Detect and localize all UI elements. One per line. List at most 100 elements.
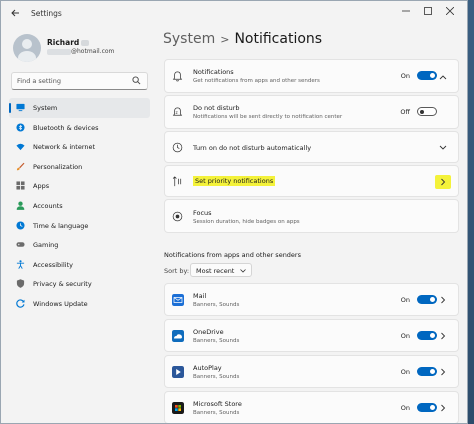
settings-window: Settings Richard @hotmail.com Find a set… — [0, 0, 468, 424]
mail-icon — [172, 294, 184, 306]
sidebar-item-label: Privacy & security — [33, 280, 92, 289]
toggle-state: On — [400, 296, 410, 304]
search-icon — [132, 76, 141, 85]
accessibility-icon — [16, 260, 25, 269]
sidebar-item-accessibility[interactable]: Accessibility — [9, 255, 150, 275]
autoplay-toggle[interactable] — [417, 367, 437, 376]
chevron-right-icon[interactable] — [440, 368, 446, 376]
chevron-right-icon[interactable] — [440, 332, 446, 340]
autoplay-icon — [172, 366, 184, 378]
setting-subtitle: Session duration, hide badges on apps — [193, 219, 300, 225]
sidebar-item-bluetooth[interactable]: Bluetooth & devices — [9, 118, 150, 138]
sidebar-item-time-language[interactable]: Time & language — [9, 216, 150, 236]
toggle-state: Off — [400, 108, 410, 116]
chevron-down-icon[interactable] — [439, 145, 447, 151]
sidebar-item-label: System — [33, 104, 58, 112]
close-button[interactable] — [439, 5, 461, 21]
sidebar-item-privacy[interactable]: Privacy & security — [9, 274, 150, 294]
app-row-onedrive[interactable]: OneDrive Banners, Sounds On — [164, 319, 459, 352]
page-title: Notifications — [234, 31, 323, 47]
sort-label: Sort by: — [164, 267, 190, 275]
sidebar-nav: System Bluetooth & devices Network & int… — [9, 98, 150, 314]
chevron-down-icon — [240, 269, 246, 273]
sidebar-item-label: Windows Update — [33, 299, 88, 308]
mail-toggle[interactable] — [417, 295, 437, 304]
bell-snooze-icon: z — [172, 107, 183, 116]
shield-icon — [16, 279, 25, 289]
setting-subtitle: Notifications will be sent directly to n… — [193, 114, 343, 120]
toggle-state: On — [400, 404, 410, 412]
back-button[interactable] — [7, 7, 23, 21]
priority-notifications-setting[interactable]: Set priority notifications — [164, 165, 459, 197]
sidebar-item-network[interactable]: Network & internet — [9, 137, 150, 157]
back-arrow-icon — [10, 9, 19, 17]
redacted-mark — [81, 40, 90, 46]
desktop-background — [468, 0, 474, 424]
sidebar-item-apps[interactable]: Apps — [9, 176, 150, 196]
search-placeholder: Find a setting — [17, 77, 61, 85]
microsoft-store-toggle[interactable] — [417, 403, 437, 412]
maximize-icon — [424, 7, 432, 15]
close-icon — [445, 6, 455, 16]
minimize-button[interactable] — [395, 5, 417, 21]
search-input[interactable]: Find a setting — [11, 72, 148, 90]
sidebar-item-label: Time & language — [33, 221, 89, 230]
sidebar-item-label: Accounts — [33, 201, 63, 210]
toggle-state: On — [400, 332, 410, 340]
title-bar: Settings — [1, 1, 467, 27]
sidebar-item-label: Apps — [33, 182, 50, 191]
app-detail: Banners, Sounds — [193, 410, 240, 416]
sidebar-item-gaming[interactable]: Gaming — [9, 235, 150, 255]
focus-setting[interactable]: Focus Session duration, hide badges on a… — [164, 199, 459, 233]
auto-dnd-setting[interactable]: Turn on do not disturb automatically — [164, 131, 459, 163]
sidebar-item-personalization[interactable]: Personalization — [9, 157, 150, 177]
chevron-right-icon[interactable] — [440, 296, 446, 304]
clock-icon — [172, 142, 183, 153]
app-name: OneDrive — [193, 328, 224, 336]
app-row-autoplay[interactable]: AutoPlay Banners, Sounds On — [164, 355, 459, 388]
app-row-mail[interactable]: Mail Banners, Sounds On — [164, 283, 459, 316]
setting-title: Notifications — [193, 68, 234, 76]
sort-dropdown[interactable]: Most recent — [190, 263, 252, 277]
toggle-state: On — [400, 368, 410, 376]
update-icon — [16, 299, 25, 308]
setting-subtitle: Get notifications from apps and other se… — [193, 78, 320, 84]
maximize-button[interactable] — [417, 5, 439, 21]
chevron-up-icon[interactable] — [439, 74, 447, 80]
sidebar-item-system[interactable]: System — [9, 98, 150, 118]
onedrive-icon — [172, 330, 184, 342]
notifications-toggle[interactable] — [417, 71, 437, 80]
app-title: Settings — [31, 9, 62, 18]
app-row-microsoft-store[interactable]: Microsoft Store Banners, Sounds On — [164, 391, 459, 423]
monitor-icon — [16, 103, 25, 112]
breadcrumb-parent[interactable]: System — [163, 31, 215, 47]
sidebar-item-label: Bluetooth & devices — [33, 123, 99, 132]
chevron-right-icon[interactable] — [440, 178, 446, 186]
focus-icon — [172, 211, 183, 222]
onedrive-toggle[interactable] — [417, 331, 437, 340]
chevron-right-icon[interactable] — [440, 404, 446, 412]
sort-value: Most recent — [196, 267, 235, 275]
app-detail: Banners, Sounds — [193, 302, 240, 308]
globe-clock-icon — [16, 221, 25, 230]
sidebar-item-windows-update[interactable]: Windows Update — [9, 294, 150, 314]
setting-title: Do not disturb — [193, 104, 240, 112]
gamepad-icon — [16, 242, 25, 247]
apps-section-title: Notifications from apps and other sender… — [164, 251, 301, 259]
bluetooth-icon — [16, 123, 25, 132]
redacted-mark — [47, 48, 71, 55]
toggle-state: On — [400, 72, 410, 80]
user-email: @hotmail.com — [47, 48, 114, 55]
breadcrumb-separator: > — [220, 33, 230, 46]
svg-text:z: z — [175, 110, 177, 115]
avatar[interactable] — [13, 34, 41, 62]
app-detail: Banners, Sounds — [193, 338, 240, 344]
user-name: Richard — [47, 38, 90, 47]
microsoft-store-icon — [172, 402, 184, 414]
do-not-disturb-setting[interactable]: z Do not disturb Notifications will be s… — [164, 95, 459, 129]
notifications-setting[interactable]: Notifications Get notifications from app… — [164, 59, 459, 93]
sidebar-item-label: Gaming — [33, 241, 59, 250]
sidebar-item-accounts[interactable]: Accounts — [9, 196, 150, 216]
do-not-disturb-toggle[interactable] — [417, 107, 437, 116]
sidebar: Richard @hotmail.com Find a setting Syst… — [1, 27, 153, 423]
